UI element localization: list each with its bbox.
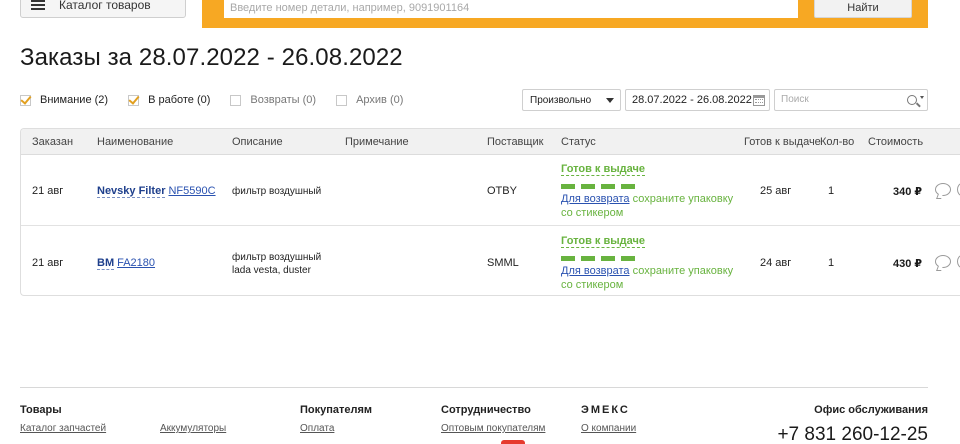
filter-label: В работе (0) [148,94,211,106]
column-header: Поставщик [487,136,544,148]
column-header: Примечание [345,136,409,148]
office-title: Офис обслуживания [814,404,928,416]
footer-link[interactable]: О компании [581,423,636,434]
filter-attention[interactable]: Внимание (2) [20,94,108,106]
product-name: Nevsky Filter NF5590C [97,185,216,198]
price: 340 ₽ [893,186,923,198]
filter-returns[interactable]: Возвраты (0) [230,94,316,106]
description-line: фильтр воздушный [232,186,322,197]
footer-heading-goods: Товары [20,404,62,416]
brand-link[interactable]: BM [97,257,115,270]
page-title: Заказы за 28.07.2022 - 26.08.2022 [20,44,403,71]
footer-divider [20,387,928,388]
status-progress [561,256,741,261]
filter-label: Внимание (2) [40,94,109,106]
footer-heading-buyers: Покупателям [300,404,373,416]
checkbox[interactable] [230,94,242,106]
supplier: SMML [487,257,519,269]
footer-heading-emex: ЭМЕКС [581,404,630,416]
footer-heading-partnership: Сотрудничество [441,404,531,416]
description-line: lada vesta, duster [232,265,311,276]
brand-link[interactable]: Nevsky Filter [97,185,166,198]
date-range-field[interactable]: 28.07.2022 - 26.08.2022 [625,89,770,111]
column-header: Заказан [32,136,74,148]
status-note: Для возврата сохраните упаковку со стике… [561,264,741,292]
description-line: фильтр воздушный [232,252,322,263]
column-header: Готов к выдаче [744,136,821,148]
footer-link[interactable]: Оптовым покупателям [441,423,545,434]
orders-search-input[interactable]: Поиск [774,89,928,111]
comment-icon[interactable] [935,183,951,196]
calendar-icon[interactable] [753,95,765,106]
quantity: 1 [828,185,835,197]
price: 430 ₽ [893,258,923,270]
column-header: Статус [561,136,596,148]
description: фильтр воздушный lada vesta, duster [232,251,321,277]
part-search-input[interactable]: Введите номер детали, например, 90919011… [224,0,798,18]
part-number-link[interactable]: NF5590C [168,185,215,197]
table-row: 21 авг Nevsky Filter NF5590C фильтр возду… [21,155,960,226]
product-name: BM FA2180 [97,257,155,270]
column-header: Описание [232,136,283,148]
checkbox[interactable] [336,94,348,106]
column-header: Стоимость [868,136,924,148]
supplier: OTBY [487,185,517,197]
status-cell: Готов к выдаче Для возврата сохраните уп… [561,235,741,292]
checkbox-checked[interactable] [20,94,31,106]
footer-link[interactable]: Оплата [300,423,334,434]
chevron-down-icon [606,98,614,103]
footer-link[interactable]: Каталог запчастей [20,423,106,434]
table-row: 21 авг BM FA2180 фильтр воздушный lada ve… [21,227,960,295]
part-number-link[interactable]: FA2180 [117,257,155,269]
search-band: Введите номер детали, например, 90919011… [202,0,928,28]
phone-number[interactable]: +7 831 260-12-25 [777,424,928,444]
quantity: 1 [828,257,835,269]
catalog-button-label: Каталог товаров [59,0,151,12]
status-label[interactable]: Готов к выдаче [561,235,645,248]
filter-label: Архив (0) [356,94,404,106]
checkbox-checked[interactable] [128,94,140,106]
orders-table: Заказан Наименование Описание Примечание… [20,128,960,296]
sort-select-value: Произвольно [530,94,592,106]
status-label[interactable]: Готов к выдаче [561,163,645,176]
column-header: Кол-во [820,136,855,148]
return-link[interactable]: Для возврата [561,265,630,277]
status-progress [561,184,741,189]
column-header: Наименование [97,136,174,148]
sort-select[interactable]: Произвольно [522,89,621,111]
catalog-button[interactable]: Каталог товаров [20,0,186,18]
comment-icon[interactable] [935,255,951,268]
orders-search-placeholder: Поиск [781,94,809,105]
status-filters: Внимание (2) В работе (0) Возвраты (0) А… [20,92,423,108]
ordered-date: 21 авг [32,257,64,269]
filter-label: Возвраты (0) [250,94,317,106]
ready-date: 24 авг [760,257,792,269]
footer-link[interactable]: Аккумуляторы [160,423,226,434]
status-cell: Готов к выдаче Для возврата сохраните уп… [561,163,741,220]
return-link[interactable]: Для возврата [561,193,630,205]
table-header: Заказан Наименование Описание Примечание… [21,129,960,155]
ordered-date: 21 авг [32,185,64,197]
menu-icon [31,0,45,10]
filter-in-work[interactable]: В работе (0) [128,94,210,106]
search-icon[interactable] [907,95,917,105]
description: фильтр воздушный [232,185,321,198]
chevron-down-icon[interactable] [920,96,924,99]
date-range-value: 28.07.2022 - 26.08.2022 [632,94,752,106]
status-note: Для возврата сохраните упаковку со стике… [561,192,741,220]
ready-date: 25 авг [760,185,792,197]
filter-archive[interactable]: Архив (0) [336,94,403,106]
red-badge-icon[interactable] [501,440,525,444]
find-button[interactable]: Найти [814,0,912,18]
